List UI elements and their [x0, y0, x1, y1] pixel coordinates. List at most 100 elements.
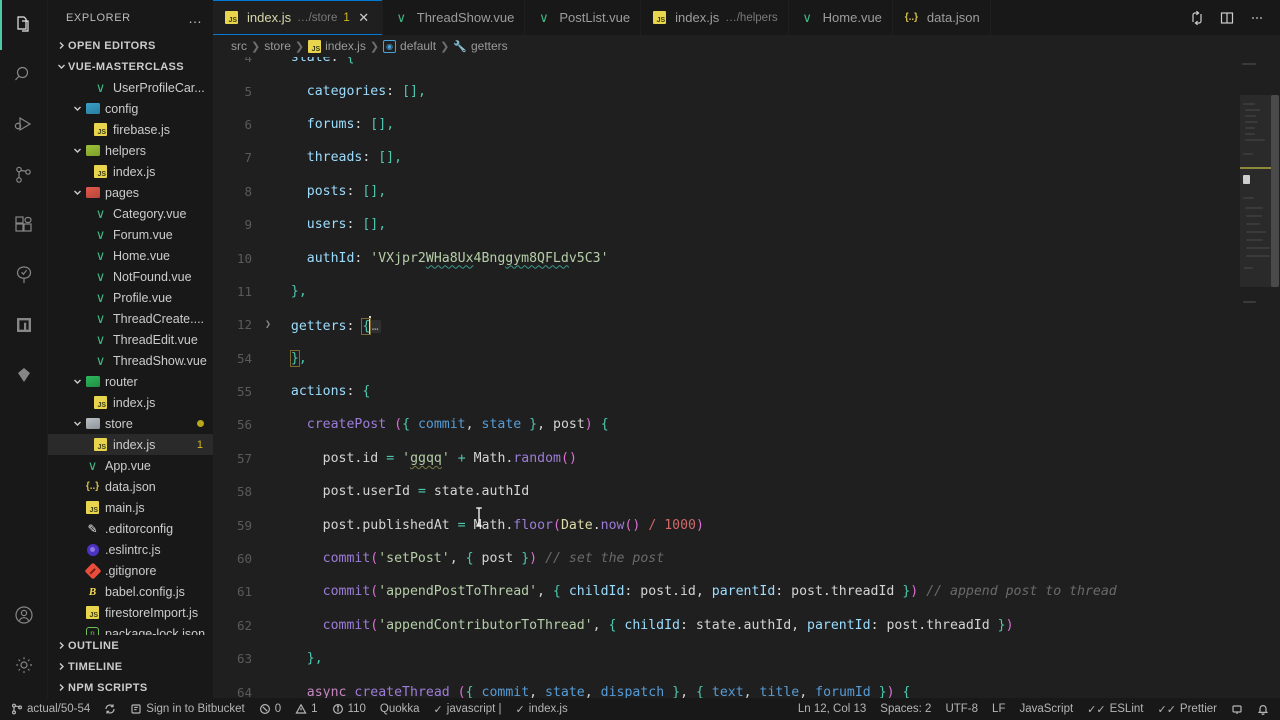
- tree-item-pages[interactable]: pages: [48, 182, 213, 203]
- tree-item-profile-vue[interactable]: ∨ Profile.vue: [48, 287, 213, 308]
- status-item-remote[interactable]: [1224, 698, 1250, 720]
- code-line[interactable]: 62 commit('appendContributorToThread', {…: [213, 609, 1280, 642]
- chevron-down-icon[interactable]: [70, 188, 84, 197]
- chevron-down-icon[interactable]: [70, 419, 84, 428]
- status-item-errors[interactable]: 0: [252, 698, 288, 720]
- code-line[interactable]: 11 },: [213, 275, 1280, 308]
- status-item-file-status[interactable]: ✓ index.js: [509, 698, 575, 720]
- activity-source-control-icon[interactable]: [0, 150, 48, 200]
- code-line[interactable]: 64 async createThread ({ commit, state, …: [213, 675, 1280, 698]
- breadcrumb-item-default[interactable]: ◉ default: [383, 39, 436, 53]
- activity-vuetify-icon[interactable]: [0, 350, 48, 400]
- code-line[interactable]: 60 commit('setPost', { post }) // set th…: [213, 542, 1280, 575]
- editor-scrollbar[interactable]: [1270, 57, 1280, 698]
- status-item-lang-status[interactable]: ✓ javascript |: [427, 698, 509, 720]
- status-item-sync[interactable]: [97, 698, 123, 720]
- sidebar-section-npm-scripts[interactable]: NPM SCRIPTS: [48, 677, 213, 698]
- tree-item-router[interactable]: router: [48, 371, 213, 392]
- code-line[interactable]: 58 post.userId = state.authId: [213, 475, 1280, 508]
- sidebar-section-project[interactable]: VUE-MASTERCLASS: [48, 56, 213, 77]
- chevron-down-icon[interactable]: [70, 146, 84, 155]
- chevron-down-icon[interactable]: [70, 104, 84, 113]
- status-item-notifications[interactable]: [1250, 698, 1276, 720]
- close-icon[interactable]: ✕: [356, 11, 372, 24]
- tree-item-config[interactable]: config: [48, 98, 213, 119]
- tab-index-js[interactable]: JS index.js …/helpers: [641, 0, 789, 35]
- tree-item-index-js[interactable]: JS index.js 1: [48, 434, 213, 455]
- tree-item-gitignore[interactable]: .gitignore: [48, 560, 213, 581]
- fold-chevron-icon[interactable]: ❯: [261, 319, 275, 330]
- status-item-cursor-position[interactable]: Ln 12, Col 13: [791, 698, 873, 720]
- tree-item-editorconfig[interactable]: ✎ .editorconfig: [48, 518, 213, 539]
- sidebar-section-timeline[interactable]: TIMELINE: [48, 656, 213, 677]
- tree-item-helpers[interactable]: helpers: [48, 140, 213, 161]
- status-item-eol[interactable]: LF: [985, 698, 1012, 720]
- tree-item-data-json[interactable]: {..} data.json: [48, 476, 213, 497]
- activity-search-icon[interactable]: [0, 50, 48, 100]
- tree-item-babel-config-js[interactable]: Bbabel.config.js: [48, 581, 213, 602]
- code-viewport[interactable]: 4 state: {5 categories: [], 6 forums: [],…: [213, 57, 1280, 698]
- activity-run-debug-icon[interactable]: [0, 100, 48, 150]
- tree-item-threadedit-vue[interactable]: ∨ ThreadEdit.vue: [48, 329, 213, 350]
- breadcrumb-item-store[interactable]: store: [264, 39, 291, 53]
- code-line[interactable]: 6 forums: [],: [213, 108, 1280, 141]
- tree-item-threadcreate[interactable]: ∨ ThreadCreate....: [48, 308, 213, 329]
- tree-item-notfound-vue[interactable]: ∨ NotFound.vue: [48, 266, 213, 287]
- activity-testing-icon[interactable]: [0, 250, 48, 300]
- compare-changes-icon[interactable]: [1184, 5, 1210, 31]
- status-item-infos[interactable]: 110: [325, 698, 373, 720]
- status-item-indentation[interactable]: Spaces: 2: [873, 698, 938, 720]
- tree-item-package-lock-json[interactable]: n package-lock.json: [48, 623, 213, 635]
- code-line[interactable]: 8 posts: [],: [213, 175, 1280, 208]
- activity-npm-icon[interactable]: [0, 300, 48, 350]
- sidebar-more-icon[interactable]: …: [184, 10, 207, 26]
- code-line[interactable]: 10 authId: 'VXjpr2WHa8Ux4Bnggym8QFLdv5C3…: [213, 241, 1280, 274]
- tab-index-js[interactable]: JS index.js …/store 1 ✕: [213, 0, 383, 35]
- code-line[interactable]: 61 commit('appendPostToThread', { childI…: [213, 575, 1280, 608]
- activity-explorer-icon[interactable]: [0, 0, 48, 50]
- code-line[interactable]: 56 createPost ({ commit, state }, post) …: [213, 408, 1280, 441]
- code-line[interactable]: 59 post.publishedAt = Math.floor(Date.no…: [213, 508, 1280, 541]
- sidebar-section-open-editors[interactable]: OPEN EDITORS: [48, 35, 213, 56]
- breadcrumb-item-src[interactable]: src: [231, 39, 247, 53]
- tree-item-userprofilecar[interactable]: ∨ UserProfileCar...: [48, 77, 213, 98]
- tree-item-forum-vue[interactable]: ∨ Forum.vue: [48, 224, 213, 245]
- tree-item-firebase-js[interactable]: JS firebase.js: [48, 119, 213, 140]
- status-item-quokka[interactable]: Quokka: [373, 698, 427, 720]
- tab-postlist-vue[interactable]: ∨ PostList.vue: [525, 0, 642, 35]
- tree-item-main-js[interactable]: JS main.js: [48, 497, 213, 518]
- status-item-bitbucket[interactable]: Sign in to Bitbucket: [123, 698, 251, 720]
- tree-item-category-vue[interactable]: ∨ Category.vue: [48, 203, 213, 224]
- code-line[interactable]: 54 },: [213, 342, 1280, 375]
- code-line[interactable]: 63 },: [213, 642, 1280, 675]
- status-item-eslint[interactable]: ✓✓ ESLint: [1080, 698, 1150, 720]
- code-line[interactable]: 5 categories: [],: [213, 74, 1280, 107]
- activity-extensions-icon[interactable]: [0, 200, 48, 250]
- tab-threadshow-vue[interactable]: ∨ ThreadShow.vue: [382, 0, 526, 35]
- tab-home-vue[interactable]: ∨ Home.vue: [788, 0, 893, 35]
- code-line[interactable]: 4 state: {: [213, 57, 1280, 74]
- split-editor-icon[interactable]: [1214, 5, 1240, 31]
- tab-data-json[interactable]: {..} data.json: [892, 0, 991, 35]
- tree-item-index-js[interactable]: JS index.js: [48, 161, 213, 182]
- status-item-branch[interactable]: actual/50-54: [4, 698, 97, 720]
- status-item-encoding[interactable]: UTF-8: [938, 698, 985, 720]
- activity-account-icon[interactable]: [0, 590, 48, 640]
- tree-item-threadshow-vue[interactable]: ∨ ThreadShow.vue: [48, 350, 213, 371]
- status-item-warnings[interactable]: 1: [288, 698, 324, 720]
- tree-item-app-vue[interactable]: ∨ App.vue: [48, 455, 213, 476]
- tree-item-eslintrc-js[interactable]: .eslintrc.js: [48, 539, 213, 560]
- chevron-down-icon[interactable]: [70, 377, 84, 386]
- activity-settings-gear-icon[interactable]: [0, 640, 48, 690]
- code-line[interactable]: 57 post.id = 'ggqq' + Math.random(): [213, 442, 1280, 475]
- status-item-language-mode[interactable]: JavaScript: [1012, 698, 1080, 720]
- minimap[interactable]: [1240, 57, 1272, 698]
- breadcrumb-item-getters[interactable]: 🔧 getters: [453, 39, 507, 53]
- more-actions-icon[interactable]: [1244, 5, 1270, 31]
- tree-item-firestoreimport-js[interactable]: JS firestoreImport.js: [48, 602, 213, 623]
- code-line[interactable]: 12 ❯ getters: {…: [213, 308, 1280, 341]
- tree-item-index-js[interactable]: JS index.js: [48, 392, 213, 413]
- tree-item-store[interactable]: store: [48, 413, 213, 434]
- code-line[interactable]: 9 users: [],: [213, 208, 1280, 241]
- code-line[interactable]: 7 threads: [],: [213, 141, 1280, 174]
